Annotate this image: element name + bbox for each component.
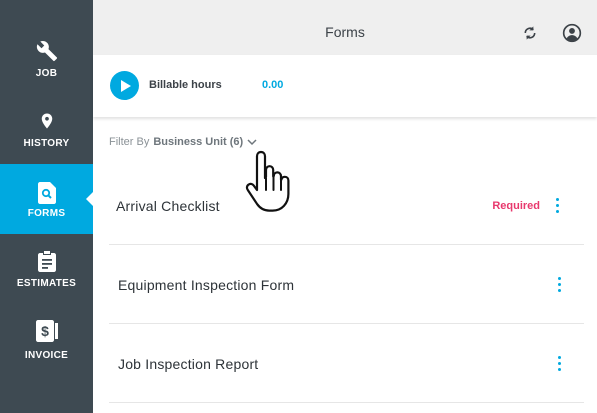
- sidebar-item-label: INVOICE: [24, 350, 69, 361]
- top-header: Forms: [93, 0, 597, 55]
- billable-hours-bar: Billable hours 0.00: [93, 55, 597, 117]
- play-icon: [120, 79, 131, 92]
- sidebar-item-invoice[interactable]: $ INVOICE: [0, 306, 93, 376]
- sidebar-item-history[interactable]: HISTORY: [0, 84, 93, 154]
- billable-hours-label: Billable hours: [149, 79, 222, 91]
- svg-text:$: $: [41, 323, 49, 339]
- form-name: Equipment Inspection Form: [118, 277, 295, 293]
- form-row-arrival-checklist[interactable]: Arrival Checklist Required: [109, 167, 584, 245]
- chevron-down-icon: [247, 138, 257, 145]
- active-indicator: [86, 192, 93, 206]
- required-badge: Required: [492, 200, 540, 212]
- form-row-job-inspection-report[interactable]: Job Inspection Report: [109, 325, 584, 403]
- sidebar-item-estimates[interactable]: ESTIMATES: [0, 234, 93, 304]
- more-options-icon[interactable]: [551, 352, 567, 374]
- app-window: JOB HISTORY FORMS ESTIMATES $ INVOICE Fo…: [0, 0, 597, 413]
- form-search-icon: [0, 182, 93, 204]
- user-circle-icon[interactable]: [562, 23, 582, 43]
- sidebar-item-label: FORMS: [27, 208, 66, 219]
- play-button[interactable]: [110, 71, 139, 100]
- sidebar-item-label: JOB: [35, 68, 58, 79]
- filter-value: Business Unit (6): [153, 136, 244, 148]
- sidebar-item-forms[interactable]: FORMS: [0, 164, 93, 234]
- form-name: Arrival Checklist: [116, 198, 220, 214]
- form-name: Job Inspection Report: [118, 356, 259, 372]
- sidebar: JOB HISTORY FORMS ESTIMATES $ INVOICE: [0, 0, 93, 413]
- filter-prefix: Filter By: [109, 136, 150, 148]
- hand-cursor-icon: [240, 148, 300, 218]
- filter-dropdown[interactable]: Filter By Business Unit (6): [109, 136, 257, 148]
- more-options-icon[interactable]: [551, 273, 567, 295]
- billable-hours-value: 0.00: [262, 79, 284, 91]
- more-options-icon[interactable]: [549, 194, 565, 216]
- clipboard-icon: [0, 250, 93, 272]
- sidebar-item-job[interactable]: JOB: [0, 14, 93, 84]
- form-row-equipment-inspection[interactable]: Equipment Inspection Form: [109, 246, 584, 324]
- refresh-icon[interactable]: [520, 23, 540, 43]
- map-pin-icon: [0, 110, 93, 132]
- wrench-icon: [0, 40, 93, 62]
- invoice-icon: $: [0, 320, 93, 342]
- sidebar-item-label: ESTIMATES: [16, 278, 77, 289]
- sidebar-item-label: HISTORY: [23, 138, 70, 149]
